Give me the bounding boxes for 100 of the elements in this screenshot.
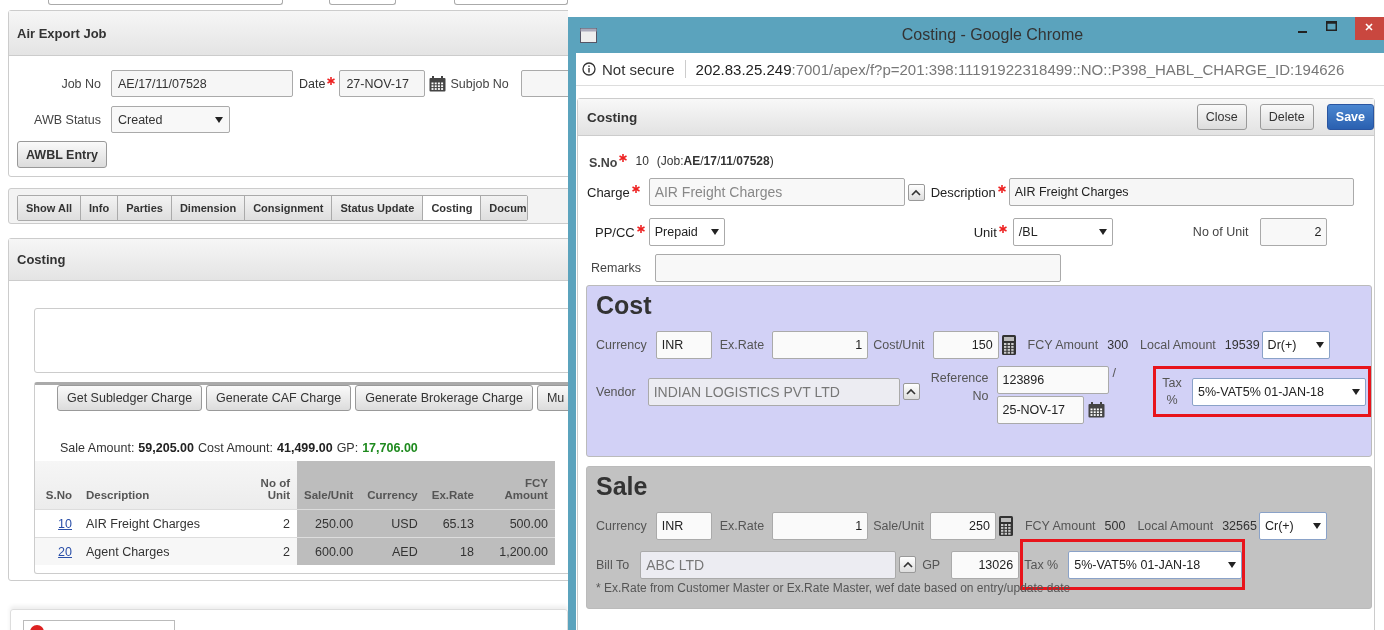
field-label: Local Amount: [1140, 338, 1216, 352]
select-field[interactable]: 5%-VAT5% 01-JAN-18: [1068, 550, 1243, 579]
column-header: Currency: [360, 461, 425, 510]
row-link[interactable]: 20: [58, 544, 72, 559]
tab[interactable]: Consignment: [245, 196, 333, 220]
calendar-icon[interactable]: [1087, 402, 1105, 418]
lookup-button[interactable]: [907, 183, 925, 201]
action-button[interactable]: Delete: [1259, 104, 1314, 130]
caret-icon: [1312, 523, 1321, 529]
input-field[interactable]: INDIAN LOGISTICS PVT LTD: [647, 378, 900, 406]
summary-value: 41,499.00: [277, 441, 333, 455]
lookup-button[interactable]: [899, 556, 917, 573]
tab[interactable]: Docum: [481, 196, 527, 220]
input-field[interactable]: [655, 254, 1061, 282]
field-label: Subjob No: [450, 76, 509, 91]
maximize-icon[interactable]: [1326, 20, 1337, 31]
tab[interactable]: Dimension: [171, 196, 246, 220]
address-bar[interactable]: Not secure 202.83.25.249:7001/apex/f?p=201:398:11191922318499::NO::P398_HABL_CHARGE_ID:194626: [576, 53, 1384, 86]
lookup-button[interactable]: [902, 383, 920, 400]
caret-icon: [1228, 561, 1237, 568]
cell-text: 2: [283, 544, 290, 559]
input-field[interactable]: 13026: [951, 550, 1020, 579]
amount-value: 300: [1107, 338, 1129, 352]
input-field[interactable]: INR: [655, 331, 712, 359]
input-field[interactable]: 2: [1260, 218, 1328, 246]
tab[interactable]: Info: [81, 196, 119, 220]
column-header: FCY Amount: [480, 461, 555, 510]
action-button[interactable]: Save: [1326, 104, 1374, 130]
caret-icon: [1352, 388, 1360, 395]
action-button[interactable]: Close: [1196, 104, 1247, 130]
section-title: Cost: [596, 289, 652, 321]
caret-icon: [1098, 229, 1107, 235]
cell-text: 1,200.00: [499, 544, 548, 559]
field-label: FCY Amount: [1024, 519, 1096, 533]
action-button[interactable]: Mu: [536, 385, 568, 411]
input-field[interactable]: ABC LTD: [640, 550, 897, 579]
panel-title: Costing: [17, 252, 66, 267]
job-reference: (Job:AE/17/11/07528): [656, 154, 774, 168]
tab[interactable]: Costing: [423, 196, 482, 220]
close-icon[interactable]: [1355, 17, 1384, 40]
field-label: S.No: [589, 156, 618, 170]
action-button[interactable]: Get Subledger Charge: [57, 385, 203, 411]
column-header: S.No: [35, 461, 79, 510]
action-button[interactable]: Generate Brokerage Charge: [355, 385, 533, 411]
separator-text: /: [1112, 366, 1116, 380]
field-label: Description: [930, 184, 996, 200]
select-field[interactable]: Created: [111, 106, 230, 133]
cell-text: 18: [460, 544, 474, 559]
select-field[interactable]: Prepaid: [648, 218, 725, 246]
url-text: 202.83.25.249:7001/apex/f?p=201:398:11191922318499::NO::P398_HABL_CHARGE_ID:194626: [695, 60, 1345, 78]
row-link[interactable]: 10: [58, 516, 72, 531]
select-field[interactable]: Dr(+): [1261, 331, 1330, 359]
calendar-icon[interactable]: [429, 75, 447, 92]
caret-icon: [710, 229, 719, 235]
calculator-icon[interactable]: [998, 516, 1013, 536]
field-label: Sale/Unit: [873, 519, 924, 533]
summary-value: 17,706.00: [362, 441, 418, 455]
cell-text: 600.00: [315, 544, 354, 559]
summary-value: 59,205.00: [138, 441, 194, 455]
input-field[interactable]: 123896: [996, 366, 1109, 394]
field-label: Job No: [60, 76, 101, 91]
input-field[interactable]: 150: [932, 331, 999, 359]
select-field[interactable]: Cr(+): [1258, 512, 1327, 540]
input-field[interactable]: INR: [655, 512, 712, 540]
amount-value: 500: [1104, 519, 1126, 533]
field-label: Vendor: [596, 385, 636, 399]
date-field[interactable]: 27-NOV-17: [339, 70, 426, 97]
select-field[interactable]: 5%-VAT5% 01-JAN-18: [1192, 377, 1366, 406]
chevron-up-icon: [906, 388, 917, 395]
cell-text: 500.00: [509, 516, 548, 531]
cell-text: USD: [391, 516, 418, 531]
action-button[interactable]: Generate CAF Charge: [206, 385, 352, 411]
caret-icon: [1315, 342, 1324, 348]
cell-text: 2: [283, 516, 290, 531]
field-label: Ex.Rate: [719, 338, 765, 352]
input-field[interactable]: AE/17/11/07528: [111, 70, 293, 97]
input-field[interactable]: AIR Freight Charges: [1008, 178, 1354, 206]
field-label: PP/CC: [595, 224, 635, 240]
input-field[interactable]: 1: [772, 512, 869, 540]
awbl-entry-button[interactable]: AWBL Entry: [17, 141, 107, 168]
field-label: GP: [922, 557, 941, 572]
input-field[interactable]: 250: [929, 512, 996, 540]
field-label: Currency: [596, 519, 647, 533]
chevron-up-icon: [911, 188, 922, 196]
field-label: Bill To: [596, 557, 630, 572]
section-title: Sale: [596, 470, 648, 502]
tab[interactable]: Show All: [18, 196, 82, 220]
caret-icon: [215, 116, 223, 123]
panel-title: Costing: [587, 109, 638, 125]
field-label: Ex.Rate: [719, 519, 765, 533]
tab[interactable]: Parties: [118, 196, 172, 220]
input-field[interactable]: 1: [772, 331, 869, 359]
date-field[interactable]: 25-NOV-17: [996, 396, 1084, 424]
field-label: Tax %: [1161, 374, 1183, 409]
select-field[interactable]: /BL: [1012, 218, 1113, 246]
tab[interactable]: Status Update: [332, 196, 424, 220]
field-label: AWB Status: [33, 112, 101, 127]
field-label: Reference No: [929, 370, 989, 405]
calculator-icon[interactable]: [1001, 335, 1016, 355]
field-label: Local Amount: [1137, 519, 1214, 533]
